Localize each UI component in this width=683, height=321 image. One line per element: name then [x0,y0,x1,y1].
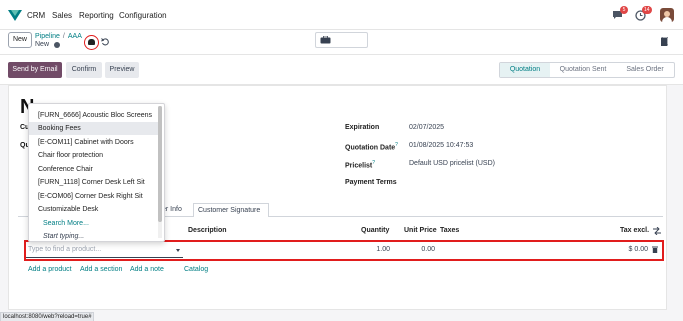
status-url: localhost:8080/web?reload=true# [0,312,94,321]
confirm-button[interactable]: Confirm [66,62,102,78]
chat-badge: 5 [620,6,628,14]
crm-logo-icon[interactable] [7,9,23,22]
dropdown-option[interactable]: [FURN_6666] Acoustic Bloc Screens [29,109,158,122]
dropdown-option[interactable]: [E-COM06] Corner Desk Right Sit [29,190,158,203]
breadcrumb-aaa[interactable]: AAA [68,33,82,40]
line-subtotal: $ 0.00 [628,246,648,253]
header-quantity: Quantity [361,227,390,234]
expiration-label: Expiration [345,124,380,131]
menu-sales[interactable]: Sales [52,11,72,20]
status-quotation-sent[interactable]: Quotation Sent [552,63,614,77]
add-note-link[interactable]: Add a note [130,266,164,273]
add-product-link[interactable]: Add a product [28,266,72,273]
product-input-underline [26,257,183,258]
header-description: Description [188,227,227,234]
dropdown-option[interactable]: Conference Chair [29,163,158,176]
status-bar: Send by Email Confirm Preview Quotation … [0,55,683,85]
breadcrumb-pipeline[interactable]: Pipeline [35,33,60,40]
dropdown-option[interactable]: [FURN_1118] Corner Desk Left Sit [29,176,158,189]
search-more-link[interactable]: Search More... [43,220,89,227]
dropdown-option[interactable]: Chair floor protection [29,149,158,162]
line-quantity[interactable]: 1.00 [372,246,390,253]
breadcrumb-separator: / [62,33,65,40]
undo-icon[interactable] [101,38,109,46]
pricelist-value[interactable]: Default USD pricelist (USD) [409,160,495,167]
gear-icon[interactable] [54,42,60,48]
status-sales-order[interactable]: Sales Order [616,63,674,77]
start-typing-hint: Start typing... [43,233,85,240]
new-button[interactable]: New [8,32,32,48]
pricelist-label: Pricelist? [345,160,376,170]
dropdown-scrollbar[interactable] [158,106,162,238]
status-steps: Quotation Quotation Sent Sales Order [499,62,675,78]
add-section-link[interactable]: Add a section [80,266,122,273]
header-taxes: Taxes [440,227,460,234]
quotation-date-label: Quotation Date? [345,142,398,152]
menu-configuration[interactable]: Configuration [119,11,167,20]
briefcase-icon [320,36,331,44]
dropdown-option[interactable]: Booking Fees [29,122,158,135]
preview-button[interactable]: Preview [105,62,139,78]
expiration-value[interactable]: 02/07/2025 [409,124,444,131]
app-name[interactable]: CRM [27,11,45,20]
status-quotation[interactable]: Quotation [500,63,550,77]
line-unit-price[interactable]: 0.00 [417,246,435,253]
cloud-save-icon[interactable] [88,39,95,45]
control-panel: New Pipeline / AAA New [0,30,683,55]
payment-terms-label: Payment Terms [345,179,397,186]
top-navbar: CRM Sales Reporting Configuration 5 14 [0,0,683,30]
breadcrumb: Pipeline / AAA [35,33,82,40]
tab-customer-signature[interactable]: Customer Signature [193,203,269,217]
attachment-icon[interactable] [661,37,668,46]
dropdown-option[interactable]: [E-COM11] Cabinet with Doors [29,136,158,149]
dropdown-option[interactable]: Customizable Desk [29,203,158,216]
activity-badge: 14 [642,6,652,14]
header-unit-price: Unit Price [404,227,437,234]
quotation-date-value[interactable]: 01/08/2025 10:47:53 [409,142,473,149]
chevron-down-icon[interactable] [176,249,180,252]
dropdown-scrollbar-thumb[interactable] [158,106,162,222]
send-by-email-button[interactable]: Send by Email [8,62,62,78]
product-search-input[interactable]: Type to find a product... [28,246,178,253]
column-settings-icon[interactable] [653,227,661,235]
trash-icon[interactable] [652,246,658,253]
catalog-link[interactable]: Catalog [184,266,208,273]
user-avatar[interactable] [660,8,674,22]
record-name: New [35,41,50,48]
menu-reporting[interactable]: Reporting [79,11,114,20]
header-tax-excl: Tax excl. [620,227,650,234]
pricelist-help-icon: ? [372,160,376,166]
quotation-date-help-icon: ? [395,142,398,148]
product-autocomplete-dropdown: [FURN_6666] Acoustic Bloc Screens Bookin… [28,103,165,242]
